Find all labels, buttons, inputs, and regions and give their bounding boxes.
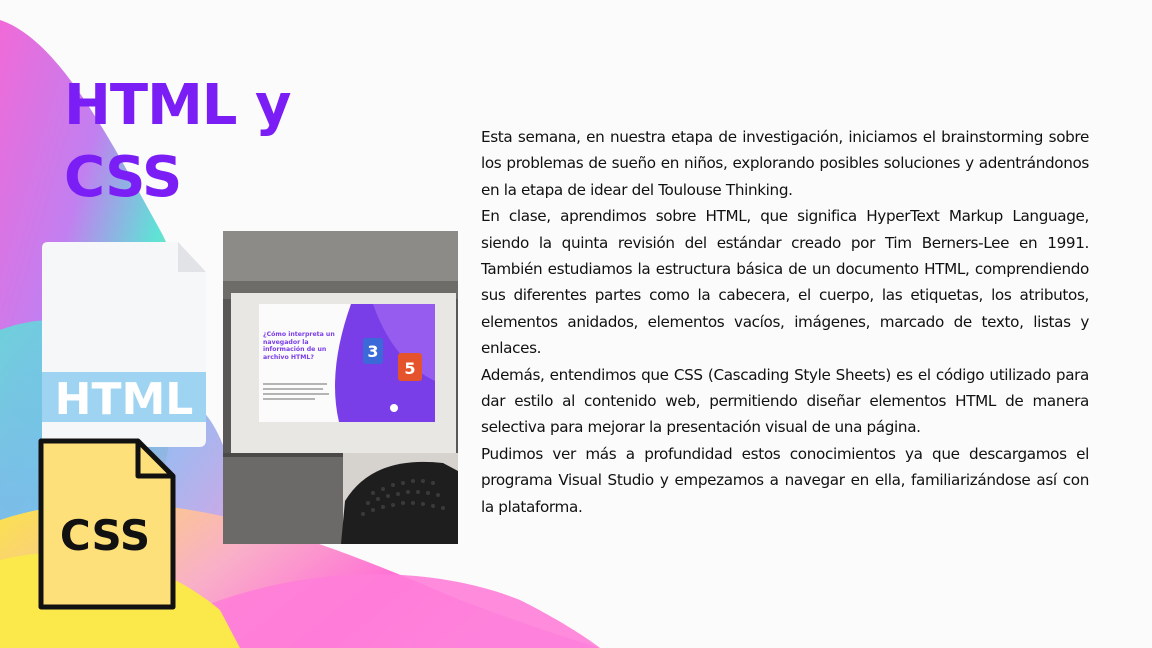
css-file-icon: CSS <box>38 438 176 610</box>
paragraph-4: Pudimos ver más a profundidad estos cono… <box>481 444 1089 516</box>
css-file-label: CSS <box>60 511 150 560</box>
projector-scene: 3 5 ¿Cómo interpreta un navegador la inf… <box>223 231 458 544</box>
css3-badge: 3 <box>367 342 378 361</box>
html-file-label: HTML <box>55 374 194 425</box>
body-text: Esta semana, en nuestra etapa de investi… <box>481 124 1089 520</box>
page-title: HTML y CSS <box>64 70 364 214</box>
paragraph-3: Además, entendimos que CSS (Cascading St… <box>481 365 1089 437</box>
html-file-icon: HTML <box>42 242 206 447</box>
title-line-1: HTML y <box>64 73 291 138</box>
classroom-photo: 3 5 ¿Cómo interpreta un navegador la inf… <box>223 231 458 544</box>
title-line-2: CSS <box>64 145 182 210</box>
html5-badge: 5 <box>404 359 415 378</box>
paragraph-1: Esta semana, en nuestra etapa de investi… <box>481 128 1089 199</box>
paragraph-2: En clase, aprendimos sobre HTML, que sig… <box>481 207 1089 358</box>
slide-heading: ¿Cómo interpreta un navegador la informa… <box>263 331 335 361</box>
